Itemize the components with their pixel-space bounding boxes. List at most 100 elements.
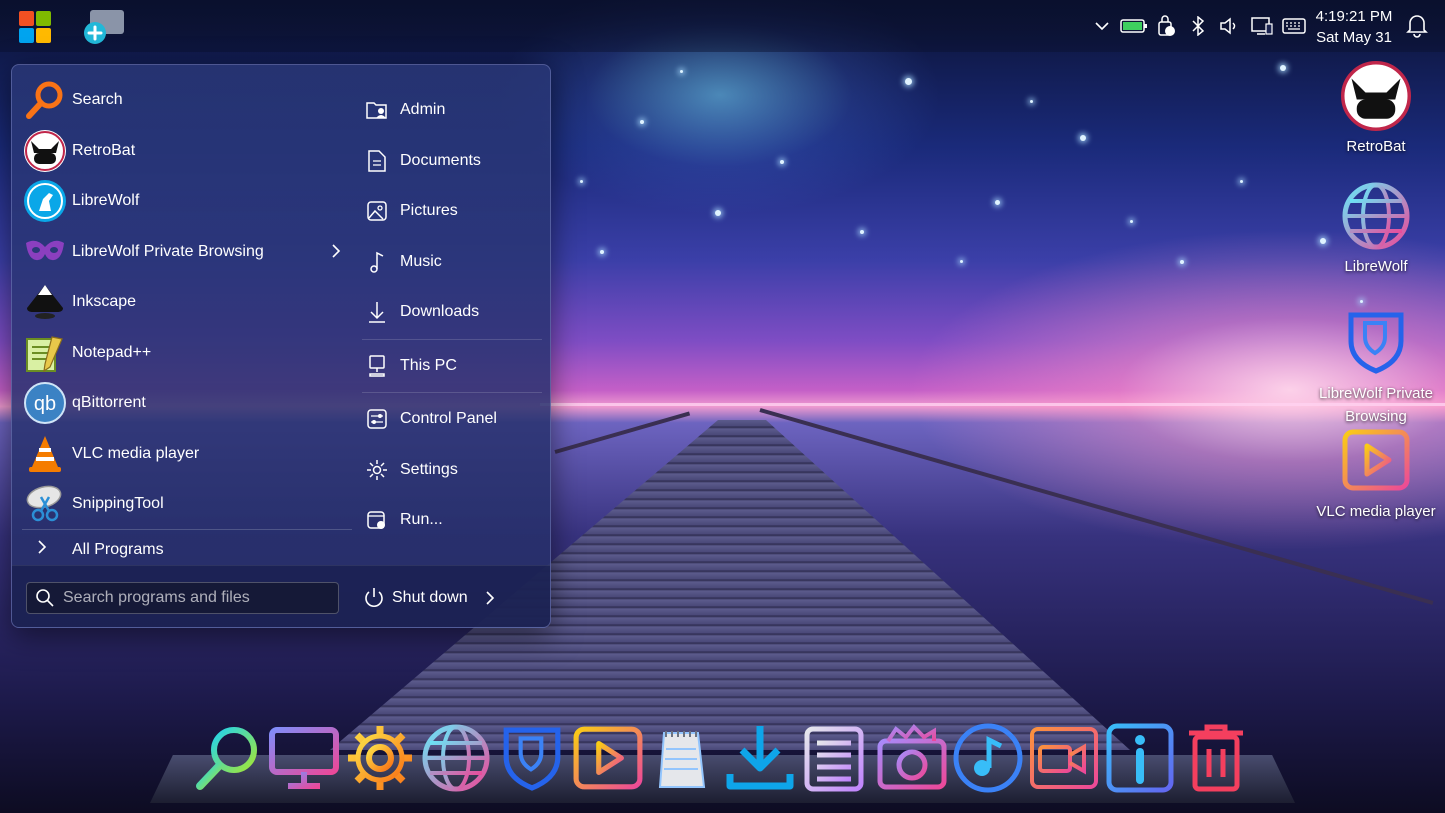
dock-search[interactable] [190, 718, 266, 798]
user-folder-icon [364, 97, 390, 123]
desktop-icon-librewolf-private[interactable]: LibreWolf Private Browsing [1311, 306, 1441, 428]
play-icon [1340, 424, 1412, 496]
librewolf-globe-icon [1340, 180, 1412, 252]
app-label: VLC media player [72, 444, 200, 462]
bluetooth-icon[interactable] [1184, 12, 1212, 40]
desktop-icon-librewolf[interactable]: LibreWolf [1311, 180, 1441, 278]
globe-icon [422, 724, 490, 792]
document-icon [364, 148, 390, 174]
vlc-icon [24, 433, 66, 475]
dock-video[interactable] [1026, 718, 1102, 798]
place-documents[interactable]: Documents [362, 136, 542, 187]
retrobat-icon [24, 129, 66, 172]
dock-notepad[interactable] [646, 718, 722, 798]
place-music[interactable]: Music [362, 237, 542, 288]
app-label: RetroBat [72, 141, 136, 159]
clock[interactable]: 4:19:21 PM Sat May 31 [1306, 6, 1402, 48]
desktop-icon-label: LibreWolf Private Browsing [1319, 385, 1433, 425]
place-label: This PC [400, 356, 457, 374]
keyboard-icon[interactable] [1280, 12, 1308, 40]
dock-downloads[interactable] [722, 718, 798, 798]
place-pictures[interactable]: Pictures [362, 186, 542, 237]
app-item-inkscape[interactable]: Inkscape [22, 277, 352, 328]
app-label: SnippingTool [72, 495, 164, 513]
shutdown-button[interactable]: Shut down [362, 582, 496, 614]
dock-media-player[interactable] [570, 718, 646, 798]
place-label: Documents [400, 151, 481, 169]
place-this-pc[interactable]: This PC [362, 341, 542, 392]
place-label: Control Panel [400, 410, 497, 428]
desktop-icon-label: VLC media player [1316, 503, 1436, 520]
chevron-right-icon [22, 540, 72, 559]
dock-browser[interactable] [418, 718, 494, 798]
place-label: Pictures [400, 202, 458, 220]
notification-bell-icon[interactable] [1404, 12, 1432, 40]
dock-music[interactable] [950, 718, 1026, 798]
battery-icon[interactable] [1120, 12, 1148, 40]
picture-icon [364, 198, 390, 224]
run-icon [364, 507, 390, 533]
app-item-vlc[interactable]: VLC media player [22, 429, 352, 480]
program-search-box[interactable] [26, 582, 339, 614]
app-item-retrobat[interactable]: RetroBat [22, 126, 352, 177]
place-admin[interactable]: Admin [362, 85, 542, 136]
desktop-icon-vlc[interactable]: VLC media player [1311, 424, 1441, 523]
place-settings[interactable]: Settings [362, 445, 542, 496]
security-icon[interactable] [1152, 12, 1180, 40]
computer-icon [364, 353, 390, 379]
start-button[interactable] [19, 11, 53, 45]
desktop-icon-label: RetroBat [1346, 138, 1406, 155]
volume-icon[interactable] [1216, 12, 1244, 40]
all-programs-label: All Programs [72, 540, 164, 558]
dock-monitor[interactable] [266, 718, 342, 798]
list-icon [804, 726, 864, 792]
start-menu: Search RetroBat LibreWolf LibreWolf Priv… [11, 64, 551, 628]
place-label: Settings [400, 460, 458, 478]
search-input[interactable] [63, 589, 323, 607]
info-icon [1106, 723, 1174, 793]
new-desktop-button[interactable] [82, 8, 126, 46]
place-control-panel[interactable]: Control Panel [362, 394, 542, 445]
notepad-icon [658, 731, 706, 788]
chevron-up-icon[interactable] [1088, 12, 1116, 40]
dock-shield[interactable] [494, 718, 570, 798]
desktop-icon-retrobat[interactable]: RetroBat [1311, 60, 1441, 158]
shutdown-options-arrow-icon[interactable] [484, 590, 496, 606]
qbittorrent-icon: qb [24, 382, 66, 425]
shield-icon [1340, 306, 1412, 378]
place-run[interactable]: Run... [362, 495, 542, 546]
start-menu-footer: Shut down [12, 565, 550, 627]
app-label: LibreWolf Private Browsing [72, 242, 264, 260]
submenu-arrow-icon[interactable] [326, 241, 346, 261]
gear-icon [364, 457, 390, 483]
app-item-librewolf[interactable]: LibreWolf [22, 176, 352, 227]
dock-settings[interactable] [342, 718, 418, 798]
app-item-search[interactable]: Search [22, 75, 352, 126]
places-list: Admin Documents Pictures Music Downloads… [362, 85, 542, 546]
all-programs-button[interactable]: All Programs [22, 529, 352, 569]
mask-icon [24, 231, 66, 273]
app-item-librewolf-private[interactable]: LibreWolf Private Browsing [22, 227, 352, 278]
search-icon [36, 589, 54, 607]
notepadpp-icon [24, 332, 66, 374]
dock-info[interactable] [1102, 718, 1178, 798]
trash-icon [1189, 724, 1243, 792]
sea-horizon [540, 403, 1445, 406]
dock [190, 718, 1254, 798]
dock-camera[interactable] [874, 718, 950, 798]
place-downloads[interactable]: Downloads [362, 287, 542, 338]
divider [362, 392, 542, 393]
app-item-qbittorrent[interactable]: qb qBittorrent [22, 378, 352, 429]
display-icon[interactable] [1248, 12, 1276, 40]
search-icon [196, 727, 257, 790]
app-item-snippingtool[interactable]: SnippingTool [22, 479, 352, 530]
svg-text:qb: qb [34, 393, 56, 415]
video-camera-icon [1030, 727, 1098, 789]
app-label: LibreWolf [72, 192, 140, 210]
dock-list[interactable] [798, 718, 874, 798]
dock-trash[interactable] [1178, 718, 1254, 798]
monitor-icon [269, 727, 339, 789]
play-icon [573, 726, 643, 790]
app-item-notepadpp[interactable]: Notepad++ [22, 328, 352, 379]
add-desktop-icon [84, 10, 124, 44]
